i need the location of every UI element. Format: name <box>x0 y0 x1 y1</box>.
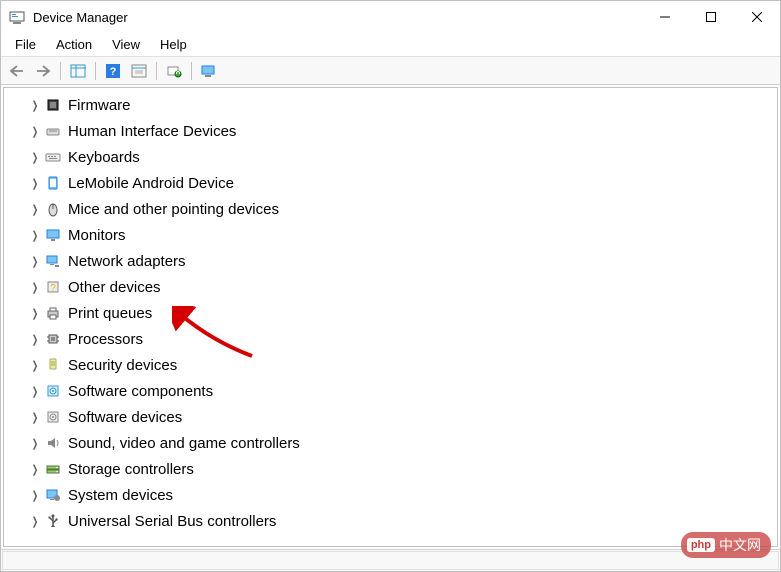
hid-icon <box>44 122 62 140</box>
tree-item-label: Processors <box>68 331 143 348</box>
chevron-right-icon[interactable]: ❯ <box>30 151 40 164</box>
tree-item-label: Monitors <box>68 227 126 244</box>
tree-item[interactable]: ❯ Mice and other pointing devices <box>4 196 777 222</box>
maximize-button[interactable] <box>688 1 734 33</box>
tree-item[interactable]: ❯ Software devices <box>4 404 777 430</box>
tree-item-label: LeMobile Android Device <box>68 175 234 192</box>
menu-view[interactable]: View <box>102 35 150 54</box>
tree-item[interactable]: ❯ Monitors <box>4 222 777 248</box>
firmware-icon <box>44 96 62 114</box>
minimize-button[interactable] <box>642 1 688 33</box>
software-dev-icon <box>44 408 62 426</box>
tree-item-label: Software components <box>68 383 213 400</box>
tree-item[interactable]: ❯ Security devices <box>4 352 777 378</box>
scan-hardware-button[interactable] <box>162 60 186 82</box>
tree-item-label: Human Interface Devices <box>68 123 236 140</box>
chevron-right-icon[interactable]: ❯ <box>30 515 40 528</box>
software-comp-icon <box>44 382 62 400</box>
chevron-right-icon[interactable]: ❯ <box>30 203 40 216</box>
toolbar-separator <box>95 62 96 80</box>
mouse-icon <box>44 200 62 218</box>
tree-item[interactable]: ❯ Human Interface Devices <box>4 118 777 144</box>
show-hide-tree-button[interactable] <box>66 60 90 82</box>
menu-action[interactable]: Action <box>46 35 102 54</box>
toolbar: ? <box>1 57 780 85</box>
security-icon <box>44 356 62 374</box>
chevron-right-icon[interactable]: ❯ <box>30 385 40 398</box>
tree-item-label: System devices <box>68 487 173 504</box>
svg-text:?: ? <box>110 66 117 78</box>
tree-item[interactable]: ❯? Other devices <box>4 274 777 300</box>
menubar: File Action View Help <box>1 33 780 57</box>
device-manager-window: Device Manager File Action View Help <box>0 0 781 572</box>
tree-item[interactable]: ❯ Processors <box>4 326 777 352</box>
properties-button[interactable] <box>127 60 151 82</box>
chevron-right-icon[interactable]: ❯ <box>30 463 40 476</box>
device-tree-panel[interactable]: ❯ Firmware ❯ Human Interface Devices ❯ Keyboa… <box>3 87 778 547</box>
tree-item-label: Firmware <box>68 97 131 114</box>
svg-text:?: ? <box>50 283 56 294</box>
tree-item-label: Sound, video and game controllers <box>68 435 300 452</box>
back-button[interactable] <box>5 60 29 82</box>
chevron-right-icon[interactable]: ❯ <box>30 359 40 372</box>
statusbar <box>1 549 780 571</box>
toolbar-separator <box>191 62 192 80</box>
usb-icon <box>44 512 62 530</box>
toolbar-separator <box>156 62 157 80</box>
chevron-right-icon[interactable]: ❯ <box>30 333 40 346</box>
cpu-icon <box>44 330 62 348</box>
tree-item[interactable]: ❯ Sound, video and game controllers <box>4 430 777 456</box>
tree-item[interactable]: ❯ Firmware <box>4 92 777 118</box>
chevron-right-icon[interactable]: ❯ <box>30 281 40 294</box>
tree-item[interactable]: ❯ LeMobile Android Device <box>4 170 777 196</box>
tree-item-label: Print queues <box>68 305 152 322</box>
chevron-right-icon[interactable]: ❯ <box>30 411 40 424</box>
tree-item[interactable]: ❯ Print queues <box>4 300 777 326</box>
tree-item-label: Keyboards <box>68 149 140 166</box>
tree-item[interactable]: ❯ Network adapters <box>4 248 777 274</box>
tree-item-label: Universal Serial Bus controllers <box>68 513 276 530</box>
tree-item-label: Other devices <box>68 279 161 296</box>
device-tree: ❯ Firmware ❯ Human Interface Devices ❯ Keyboa… <box>4 88 777 538</box>
toolbar-separator <box>60 62 61 80</box>
printer-icon <box>44 304 62 322</box>
system-icon <box>44 486 62 504</box>
help-button[interactable]: ? <box>101 60 125 82</box>
tree-item-label: Security devices <box>68 357 177 374</box>
forward-button[interactable] <box>31 60 55 82</box>
sound-icon <box>44 434 62 452</box>
tree-item[interactable]: ❯ Keyboards <box>4 144 777 170</box>
chevron-right-icon[interactable]: ❯ <box>30 489 40 502</box>
android-icon <box>44 174 62 192</box>
menu-file[interactable]: File <box>5 35 46 54</box>
tree-item-label: Network adapters <box>68 253 186 270</box>
monitor-icon <box>44 226 62 244</box>
storage-icon <box>44 460 62 478</box>
tree-item[interactable]: ❯ Universal Serial Bus controllers <box>4 508 777 534</box>
device-manager-icon <box>9 9 25 25</box>
chevron-right-icon[interactable]: ❯ <box>30 437 40 450</box>
status-panel <box>2 551 779 570</box>
menu-help[interactable]: Help <box>150 35 197 54</box>
window-title: Device Manager <box>33 10 642 25</box>
chevron-right-icon[interactable]: ❯ <box>30 99 40 112</box>
chevron-right-icon[interactable]: ❯ <box>30 177 40 190</box>
tree-item[interactable]: ❯ Storage controllers <box>4 456 777 482</box>
chevron-right-icon[interactable]: ❯ <box>30 255 40 268</box>
chevron-right-icon[interactable]: ❯ <box>30 125 40 138</box>
tree-item-label: Software devices <box>68 409 182 426</box>
tree-item-label: Mice and other pointing devices <box>68 201 279 218</box>
close-button[interactable] <box>734 1 780 33</box>
chevron-right-icon[interactable]: ❯ <box>30 229 40 242</box>
keyboard-icon <box>44 148 62 166</box>
titlebar: Device Manager <box>1 1 780 33</box>
network-icon <box>44 252 62 270</box>
other-icon: ? <box>44 278 62 296</box>
tree-item[interactable]: ❯ System devices <box>4 482 777 508</box>
window-controls <box>642 1 780 33</box>
tree-item[interactable]: ❯ Software components <box>4 378 777 404</box>
devices-button[interactable] <box>197 60 221 82</box>
chevron-right-icon[interactable]: ❯ <box>30 307 40 320</box>
tree-item-label: Storage controllers <box>68 461 194 478</box>
